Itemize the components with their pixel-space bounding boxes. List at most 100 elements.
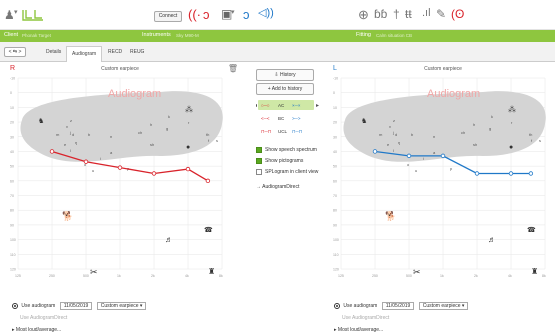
show-pictograms-checkbox[interactable]: Show pictograms xyxy=(256,157,336,166)
panel-title: Custom earpiece xyxy=(424,66,462,72)
nav-button[interactable]: < ⇆ > xyxy=(4,47,26,57)
threshold-point[interactable] xyxy=(372,149,378,154)
phoneme-label: g xyxy=(166,126,168,131)
use-audiogram-row-right: Use audiogram 11/05/2019 Custom earpiece… xyxy=(12,302,147,311)
more-options-link[interactable]: ▸ Most loud/average... xyxy=(334,327,383,333)
person-small-icon[interactable]: † xyxy=(393,8,400,20)
use-audiogramdirect-option[interactable]: Use AudiogramDirect xyxy=(342,315,389,321)
history-label: History xyxy=(280,72,296,78)
device-dropdown-icon[interactable]: ▾ xyxy=(231,9,235,16)
date-field[interactable]: 11/05/2019 xyxy=(381,302,415,310)
phoneme-label: z xyxy=(70,118,72,123)
motorcycle-icon: ♜ xyxy=(208,267,215,276)
y-tick-label: 50 xyxy=(333,165,337,169)
x-tick-label: 4k xyxy=(185,274,189,278)
lawnmower-icon: ✂ xyxy=(90,267,98,277)
ear-pair-icon[interactable]: ɓɓ xyxy=(374,8,387,20)
use-audiogramdirect-option[interactable]: Use AudiogramDirect xyxy=(20,315,67,321)
x-tick-label: 500 xyxy=(406,274,412,278)
threshold-point[interactable] xyxy=(205,178,211,184)
phoneme-label: ch xyxy=(461,130,465,135)
y-tick-label: 110 xyxy=(10,253,16,257)
level-bars-icon[interactable]: .ıl xyxy=(422,8,431,19)
threshold-point[interactable] xyxy=(474,171,480,176)
tab-bar: < ⇆ > Details Audiogram RECD REUG xyxy=(0,42,555,62)
threshold-point[interactable] xyxy=(83,159,89,164)
fitting-value: Calm situation CB xyxy=(376,33,413,38)
splogram-checkbox[interactable]: SPLogram in client view xyxy=(256,168,336,177)
tools-icon[interactable]: ✎ xyxy=(436,8,446,20)
phoneme-label: n xyxy=(110,134,112,139)
instruments-label: Instruments xyxy=(142,32,171,38)
dropdown-chevron-icon[interactable]: ▾ xyxy=(14,9,18,16)
threshold-point[interactable] xyxy=(528,171,534,176)
phoneme-label: j xyxy=(69,130,71,135)
threshold-point[interactable] xyxy=(440,153,446,159)
phoneme-label: n xyxy=(433,134,435,139)
threshold-point[interactable] xyxy=(151,171,157,176)
people-icon[interactable]: ŧŧ xyxy=(405,8,412,20)
phoneme-label: ŋ xyxy=(75,140,77,145)
dog-icon: 🐕 xyxy=(62,210,73,221)
ear-hearing-icon[interactable]: (ʘ xyxy=(451,8,464,20)
phoneme-label: z xyxy=(393,118,395,123)
audiogram-icon[interactable] xyxy=(22,8,44,22)
tab-recd[interactable]: RECD xyxy=(108,49,122,55)
checkbox-checked-icon xyxy=(256,146,262,153)
threshold-point[interactable] xyxy=(406,153,412,159)
show-speech-spectrum-checkbox[interactable]: Show speech spectrum xyxy=(256,146,336,155)
phoneme-label: s xyxy=(216,138,218,143)
audiogram-watermark: Audiogram xyxy=(108,88,162,100)
threshold-point[interactable] xyxy=(49,149,55,154)
phoneme-label: j xyxy=(392,130,394,135)
phoneme-label: u xyxy=(92,168,94,173)
y-tick-label: 30 xyxy=(10,135,14,139)
threshold-point[interactable] xyxy=(508,171,514,176)
history-button[interactable]: ⇩ History xyxy=(256,69,314,81)
x-tick-label: 8k xyxy=(219,274,223,278)
client-value: Phonak Target xyxy=(22,33,51,38)
x-tick-label: 8k xyxy=(542,274,546,278)
date-field[interactable]: 11/05/2019 xyxy=(59,302,93,310)
phoneme-label: ŋ xyxy=(398,140,400,145)
add-to-history-button[interactable]: + Add to history xyxy=(256,83,314,95)
y-tick-label: 80 xyxy=(10,209,14,213)
tab-audiogram[interactable]: Audiogram xyxy=(66,46,103,62)
piano-icon: ♬ xyxy=(165,235,173,244)
ear-red-icon[interactable]: ((· xyxy=(188,8,201,21)
tab-reug[interactable]: REUG xyxy=(130,49,144,55)
more-options-link[interactable]: ▸ Most loud/average... xyxy=(12,327,61,333)
ear-blue-icon[interactable]: ↄ xyxy=(243,8,250,21)
x-tick-label: 2k xyxy=(474,274,478,278)
phoneme-label: k xyxy=(168,114,170,119)
earpiece-select[interactable]: Custom earpiece ▾ xyxy=(96,302,147,310)
audiogram-watermark: Audiogram xyxy=(427,88,481,100)
use-audiogram-label: Use audiogram xyxy=(343,303,378,309)
trash-icon[interactable]: 🗑 xyxy=(228,65,238,73)
phoneme-label: k xyxy=(491,114,493,119)
speaker-icon[interactable]: ◁)) xyxy=(258,8,274,19)
svg-text:BC: BC xyxy=(278,116,285,121)
tab-details[interactable]: Details xyxy=(46,49,61,55)
audiogram-chart[interactable]: -10 0 10 20 30 40 50 60 70 80 90 100 110 120 125 250 500… xyxy=(10,74,230,281)
globe-icon[interactable]: ⊕ xyxy=(358,8,369,21)
ear-red2-icon[interactable]: ↄ xyxy=(203,8,210,21)
svg-text:⊓─⊓: ⊓─⊓ xyxy=(261,129,272,134)
svg-text:>─>: >─> xyxy=(292,116,301,121)
right-ear-audiogram-panel: R Custom earpiece 🗑 -10 0 10 20 30 40 50 60 70 80… xyxy=(10,65,238,281)
use-audiogram-radio[interactable] xyxy=(334,302,340,309)
clock-icon: ● xyxy=(509,144,513,151)
connect-button[interactable]: Connect xyxy=(154,11,182,22)
y-tick-label: 100 xyxy=(333,238,339,242)
earpiece-select[interactable]: Custom earpiece ▾ xyxy=(418,302,469,310)
threshold-point[interactable] xyxy=(185,166,191,172)
y-tick-label: 20 xyxy=(333,121,337,125)
phone-icon: ☎ xyxy=(204,226,213,234)
audiogram-chart[interactable]: -10 0 10 20 30 40 50 60 70 80 90 100 110 120 125 250 500… xyxy=(333,74,553,281)
threshold-point[interactable] xyxy=(117,165,123,170)
symbol-legend: ◂ ▸ ○─○ AC ×─× <─< BC >─> ⊓─⊓ UCL ⊓─⊓ xyxy=(254,99,319,143)
audiogram-direct-link[interactable]: → AudiogramDirect xyxy=(256,184,299,190)
phoneme-label: th xyxy=(206,132,209,137)
use-audiogram-radio[interactable] xyxy=(12,302,18,309)
client-label: Client xyxy=(4,32,19,38)
